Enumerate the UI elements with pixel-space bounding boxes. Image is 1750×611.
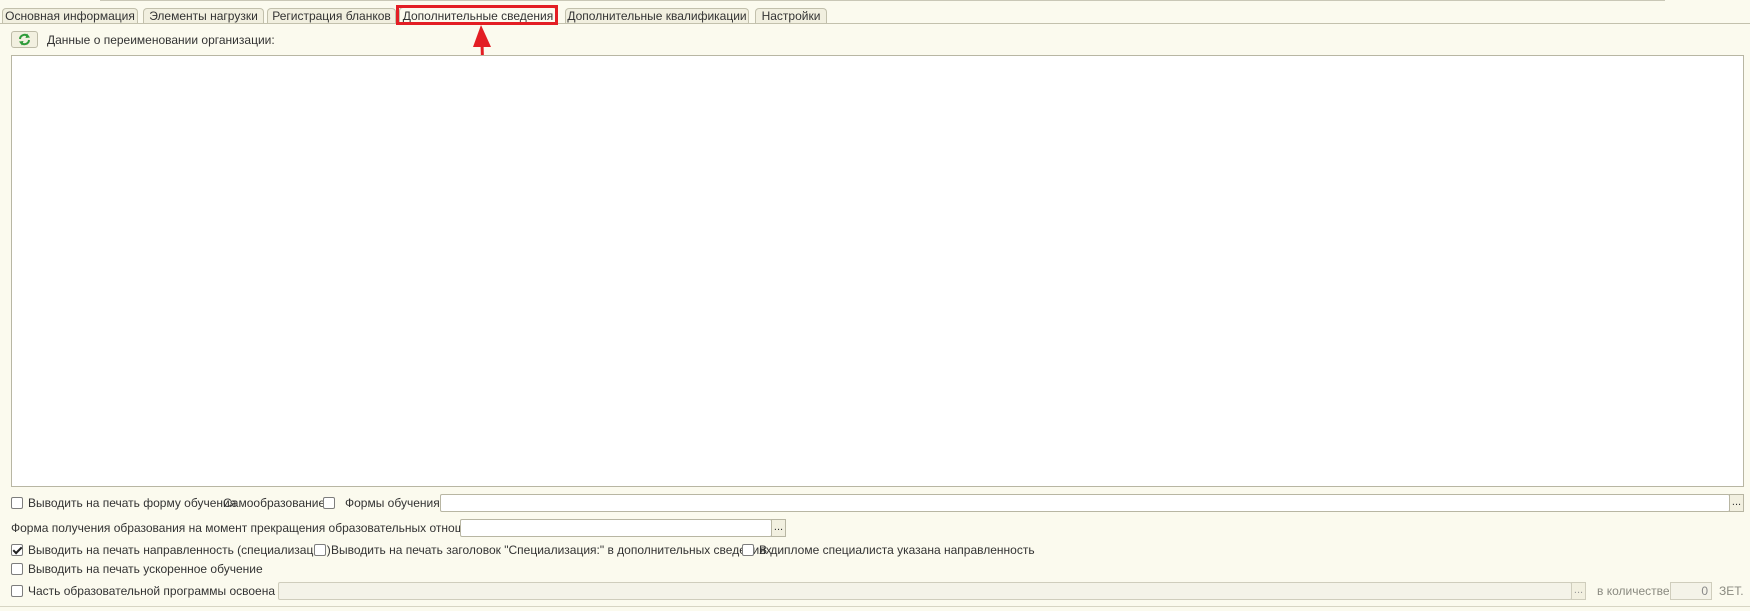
unit-label: ЗЕТ. [1719, 584, 1744, 598]
print-header-checkbox[interactable] [314, 544, 326, 556]
self-education-checkbox[interactable] [323, 497, 335, 509]
refresh-button[interactable] [11, 31, 38, 48]
print-direction-checkbox[interactable] [11, 544, 23, 556]
print-header-label: Выводить на печать заголовок "Специализа… [331, 543, 772, 557]
forms-select-button[interactable]: ... [1729, 494, 1744, 512]
diploma-direction-checkbox[interactable] [742, 544, 754, 556]
quantity-label: в количестве: [1597, 584, 1673, 598]
forms-label: Формы обучения: [345, 496, 444, 510]
edu-form-input[interactable] [460, 519, 772, 537]
diploma-direction-label: В дипломе специалиста указана направленн… [759, 543, 1035, 557]
accelerated-checkbox[interactable] [11, 563, 23, 575]
rename-data-table[interactable] [11, 55, 1744, 487]
print-form-label: Выводить на печать форму обучения [28, 496, 237, 510]
rename-data-label: Данные о переименовании организации: [47, 33, 275, 47]
edu-form-label: Форма получения образования на момент пр… [11, 521, 495, 535]
edu-form-select-button[interactable]: ... [771, 519, 786, 537]
accelerated-label: Выводить на печать ускоренное обучение [28, 562, 263, 576]
forms-input[interactable] [440, 494, 1730, 512]
part-program-checkbox[interactable] [11, 585, 23, 597]
part-program-input[interactable] [278, 582, 1572, 600]
print-form-checkbox[interactable] [11, 497, 23, 509]
part-program-label: Часть образовательной программы освоена … [28, 584, 289, 598]
part-program-select-button[interactable]: ... [1571, 582, 1586, 600]
print-direction-label: Выводить на печать направленность (специ… [28, 543, 331, 557]
bottom-border [0, 606, 1750, 607]
refresh-icon [19, 33, 30, 46]
quantity-input[interactable]: 0 [1670, 582, 1712, 600]
self-education-label: Самообразование: [223, 496, 329, 510]
